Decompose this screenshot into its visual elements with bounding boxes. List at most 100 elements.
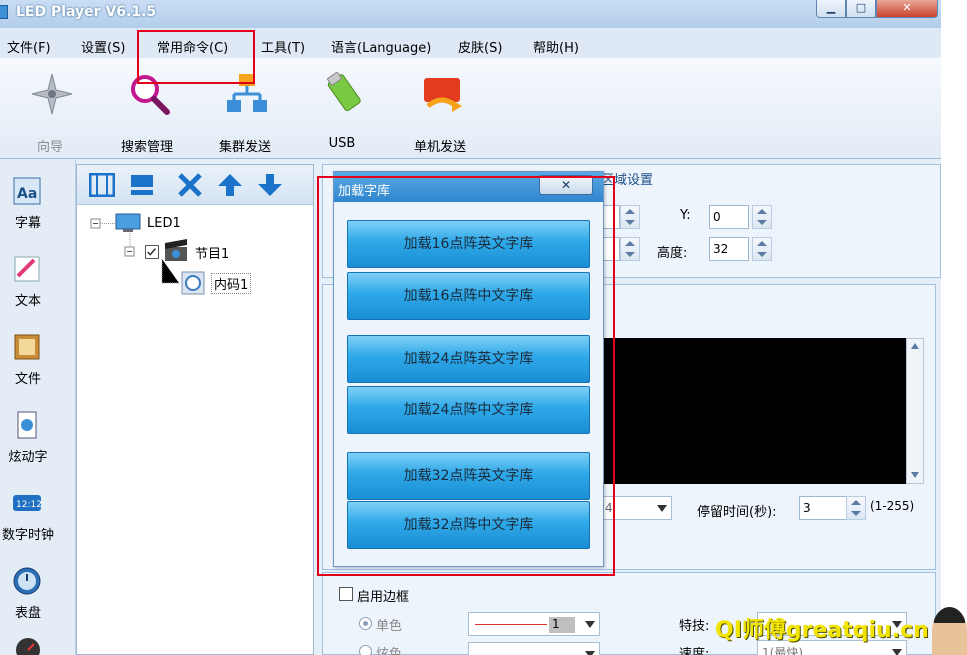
network-icon [227, 74, 267, 112]
stay-time-input[interactable]: 3 [799, 496, 847, 520]
clapperboard-icon [165, 239, 187, 261]
usb-button[interactable]: USB [302, 66, 382, 158]
sidebar-item-file[interactable]: 文件 [0, 322, 60, 396]
wizard-button[interactable]: 向导 [10, 66, 90, 158]
tree-toolbar [77, 165, 313, 205]
y-input[interactable]: 0 [709, 205, 749, 229]
tree-node-internal-code[interactable]: 内码1 [211, 273, 252, 294]
dialog-close-button[interactable]: ✕ [539, 175, 593, 195]
object-sidebar: Aa 字幕 文本 文件 炫动字 12:12 数字时钟 表盘 [0, 160, 76, 655]
x-spin[interactable] [620, 205, 640, 229]
toolbar-label: 单机发送 [413, 140, 466, 155]
close-button[interactable]: ✕ [876, 0, 938, 18]
preview-scrollbar[interactable] [906, 338, 924, 484]
load-16-english-button[interactable]: 加载16点阵英文字库 [347, 220, 590, 268]
animated-text-icon [17, 411, 37, 439]
multi-color-label: 炫色 [376, 647, 403, 655]
width-spin[interactable] [620, 237, 640, 261]
menu-common-commands[interactable]: 常用命令(C) [157, 37, 228, 56]
arrow-down-icon[interactable] [257, 173, 283, 197]
height-input[interactable]: 32 [709, 237, 749, 261]
sidebar-item-digital-clock[interactable]: 12:12 数字时钟 [0, 478, 60, 552]
program-tree-panel: LED1 节目1 内码1 [76, 164, 314, 655]
svg-text:Aa: Aa [17, 186, 37, 202]
toolbar-label: 搜索管理 [120, 140, 173, 155]
load-24-chinese-button[interactable]: 加载24点阵中文字库 [347, 386, 590, 434]
load-32-english-button[interactable]: 加载32点阵英文字库 [347, 452, 590, 500]
sidebar-item-text[interactable]: 文本 [0, 244, 60, 318]
dial-clock-icon [13, 567, 41, 595]
window-title: LED Player V6.1.5 [16, 4, 157, 20]
y-label: Y: [680, 208, 691, 223]
menu-language[interactable]: 语言(Language) [331, 37, 431, 56]
sidebar-item-dial[interactable]: 表盘 [0, 556, 60, 630]
border-width-value: 1 [549, 617, 575, 633]
sidebar-item-animated-text[interactable]: 炫动字 [0, 400, 60, 474]
tree-node-led[interactable]: LED1 [147, 216, 181, 231]
border-speed-value: 1(最快) [762, 646, 803, 655]
single-send-button[interactable]: 单机发送 [400, 66, 480, 158]
toolbar-label: 集群发送 [218, 140, 271, 155]
scroll-up-icon[interactable] [910, 342, 920, 350]
menu-file[interactable]: 文件(F) [7, 37, 51, 56]
sidebar-item-subtitle[interactable]: Aa 字幕 [0, 166, 60, 240]
border-color-dropdown[interactable] [468, 642, 600, 655]
multi-color-radio[interactable] [359, 645, 372, 655]
menu-settings[interactable]: 设置(S) [81, 37, 125, 56]
chevron-down-icon [585, 651, 595, 655]
toolbar-label: 向导 [36, 140, 63, 155]
arrow-up-icon[interactable] [217, 173, 243, 197]
add-program-icon[interactable] [89, 173, 115, 197]
effect-label: 特技: [679, 619, 710, 634]
enable-border-label: 启用边框 [357, 590, 410, 605]
delete-icon[interactable] [177, 173, 203, 197]
search-manage-button[interactable]: 搜索管理 [107, 66, 187, 158]
border-line-sample [475, 624, 547, 625]
menu-tools[interactable]: 工具(T) [261, 37, 305, 56]
chevron-down-icon [585, 621, 595, 628]
sidebar-label: 表盘 [14, 606, 41, 621]
y-spin[interactable] [752, 205, 772, 229]
maximize-button[interactable]: □ [846, 0, 876, 18]
load-32-chinese-button[interactable]: 加载32点阵中文字库 [347, 501, 590, 549]
clock-icon[interactable] [14, 636, 42, 655]
program-checkbox[interactable] [145, 245, 159, 259]
send-device-icon [424, 78, 462, 112]
height-spin[interactable] [752, 237, 772, 261]
sidebar-label: 炫动字 [8, 450, 48, 465]
speed-dropdown-value: 4 [605, 501, 613, 515]
check-icon [147, 248, 156, 256]
app-icon [0, 5, 8, 19]
app-window: LED Player V6.1.5 ▁ □ ✕ 文件(F) 设置(S) 常用命令… [0, 0, 941, 655]
outer-margin [941, 0, 967, 655]
single-color-radio[interactable] [359, 617, 372, 630]
add-area-icon[interactable] [129, 173, 155, 197]
stay-time-range: (1-255) [870, 499, 915, 513]
speed-dropdown[interactable]: 4 [600, 496, 672, 520]
stay-time-spin[interactable] [846, 496, 866, 520]
avatar [932, 607, 967, 655]
menu-help[interactable]: 帮助(H) [533, 37, 579, 56]
subtitle-icon: Aa [13, 177, 41, 205]
menu-bar: 文件(F) 设置(S) 常用命令(C) 工具(T) 语言(Language) 皮… [0, 28, 941, 58]
enable-border-checkbox[interactable] [339, 587, 353, 601]
menu-skin[interactable]: 皮肤(S) [458, 37, 502, 56]
border-width-dropdown[interactable]: 1 [468, 612, 600, 636]
scroll-down-icon[interactable] [910, 471, 920, 479]
load-16-chinese-button[interactable]: 加载16点阵中文字库 [347, 272, 590, 320]
single-color-label: 单色 [376, 619, 403, 634]
title-bar: LED Player V6.1.5 ▁ □ ✕ [0, 0, 941, 28]
tree-node-program[interactable]: 节目1 [195, 243, 229, 262]
load-24-english-button[interactable]: 加载24点阵英文字库 [347, 335, 590, 383]
sidebar-label: 文件 [14, 372, 41, 387]
toolbar-label: USB [328, 136, 356, 151]
load-font-dialog: 加载字库 ✕ 加载16点阵英文字库 加载16点阵中文字库 加载24点阵英文字库 … [333, 171, 604, 567]
chevron-down-icon [892, 649, 902, 655]
sidebar-label: 数字时钟 [1, 528, 54, 543]
cluster-send-button[interactable]: 集群发送 [205, 66, 285, 158]
clock-icon-text: 12:12 [16, 500, 42, 510]
minimize-button[interactable]: ▁ [816, 0, 846, 18]
compass-icon [31, 73, 73, 115]
preview-screen[interactable] [602, 338, 906, 484]
digital-clock-icon: 12:12 [13, 495, 42, 511]
